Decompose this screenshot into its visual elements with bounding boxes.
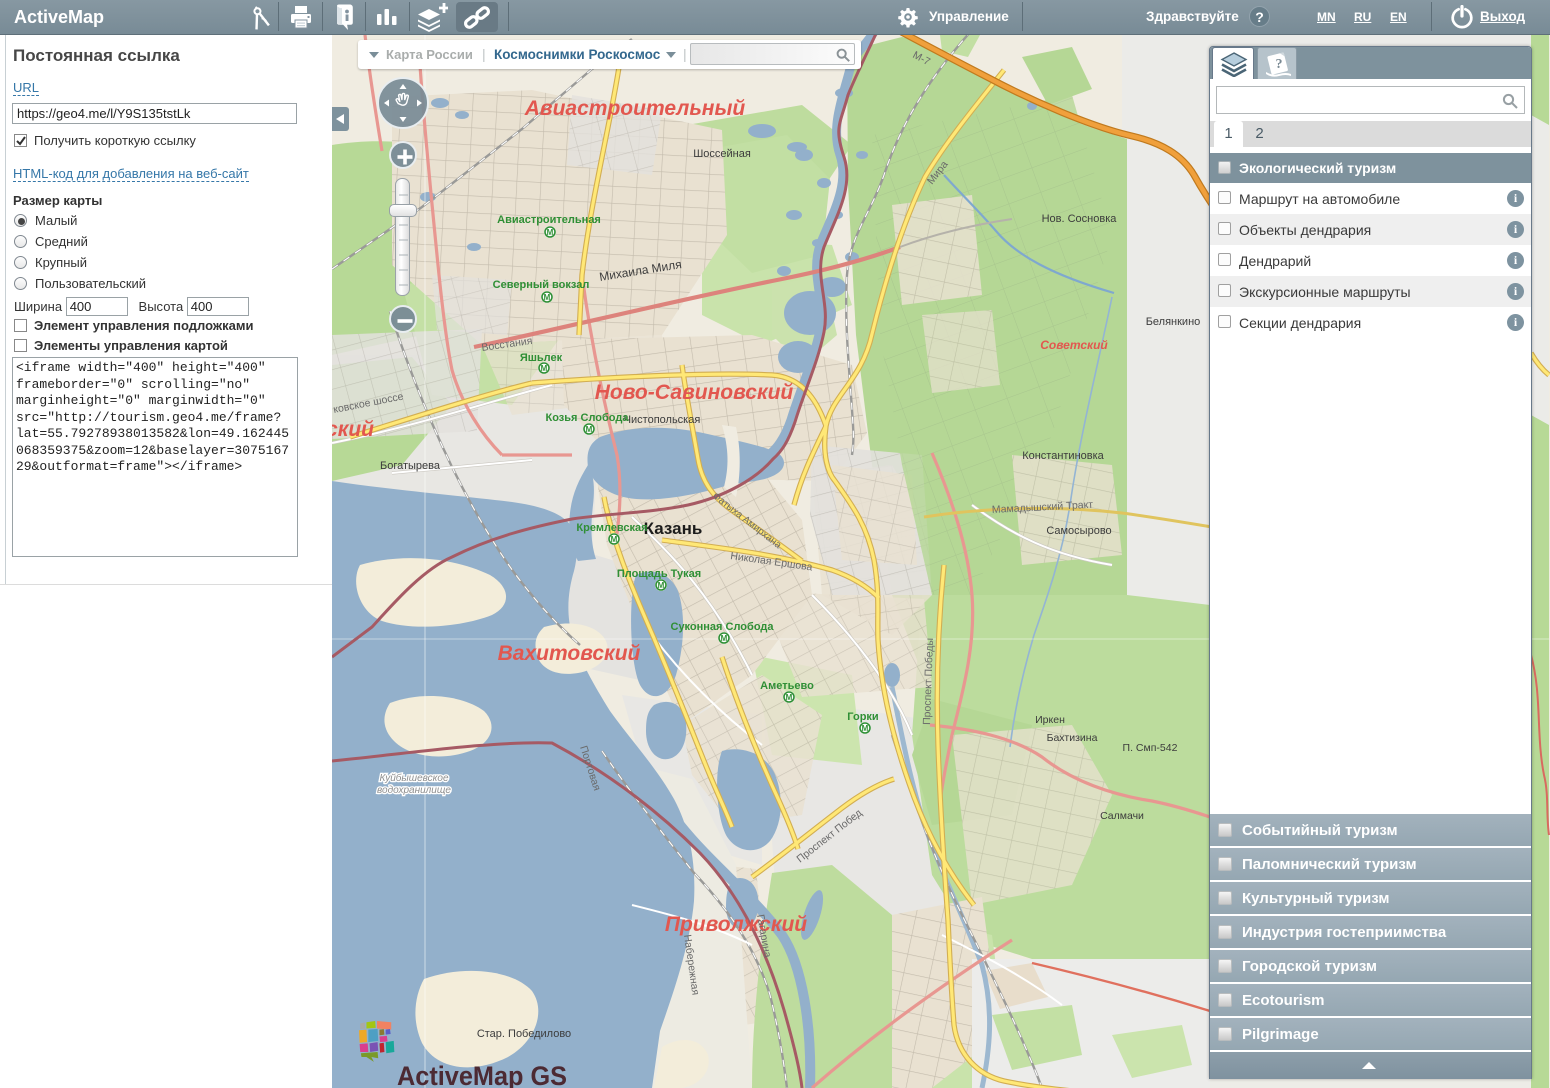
svg-text:М: М: [658, 581, 665, 590]
svg-text:Приволжский: Приволжский: [665, 913, 807, 936]
svg-text:водохранилище: водохранилище: [377, 785, 451, 796]
svg-text:Шоссейная: Шоссейная: [693, 148, 751, 160]
svg-text:Белянкино: Белянкино: [1146, 316, 1201, 328]
svg-text:?: ?: [1276, 57, 1283, 72]
svg-text:Горки: Горки: [847, 711, 878, 723]
svg-text:М: М: [541, 364, 548, 373]
svg-text:М: М: [586, 425, 593, 434]
svg-text:Кремлевская: Кремлевская: [576, 522, 647, 534]
svg-text:Советский: Советский: [1040, 338, 1108, 352]
svg-text:Вахитовский: Вахитовский: [498, 642, 641, 665]
svg-text:Суконная Слобода: Суконная Слобода: [671, 621, 775, 633]
svg-text:Куйбышевское: Куйбышевское: [379, 772, 448, 784]
svg-text:Иркен: Иркен: [1035, 714, 1065, 726]
svg-text:Казань: Казань: [644, 519, 703, 538]
svg-text:Стар. Победилово: Стар. Победилово: [477, 1028, 571, 1040]
svg-text:М: М: [611, 535, 618, 544]
svg-text:М: М: [862, 724, 869, 733]
svg-text:Константиновка: Константиновка: [1022, 450, 1104, 462]
svg-text:Авиастроительный: Авиастроительный: [524, 97, 746, 120]
svg-text:М: М: [721, 634, 728, 643]
svg-text:Северный вокзал: Северный вокзал: [493, 279, 590, 291]
svg-text:Козья Слобода: Козья Слобода: [546, 412, 630, 424]
svg-text:М: М: [544, 293, 551, 302]
svg-text:Нов. Сосновка: Нов. Сосновка: [1042, 213, 1118, 225]
svg-text:Яшьлек: Яшьлек: [520, 352, 563, 364]
svg-text:Бахтизина: Бахтизина: [1047, 732, 1098, 744]
svg-text:ActiveMap GS: ActiveMap GS: [397, 1061, 567, 1088]
svg-text:Авиастроительная: Авиастроительная: [497, 214, 601, 226]
svg-text:Самосырово: Самосырово: [1046, 525, 1111, 537]
svg-text:М: М: [547, 228, 554, 237]
svg-text:Богатырева: Богатырева: [380, 460, 441, 472]
svg-text:Салмачи: Салмачи: [1100, 810, 1144, 822]
svg-text:Ново-Савиновский: Ново-Савиновский: [595, 381, 794, 404]
svg-text:М: М: [786, 693, 793, 702]
svg-text:Аметьево: Аметьево: [760, 680, 814, 692]
svg-text:Площадь Тукая: Площадь Тукая: [617, 568, 701, 580]
svg-text:ский: ский: [332, 418, 374, 441]
svg-text:Чистопольская: Чистопольская: [624, 414, 701, 426]
svg-text:П. Смп-542: П. Смп-542: [1123, 742, 1178, 754]
